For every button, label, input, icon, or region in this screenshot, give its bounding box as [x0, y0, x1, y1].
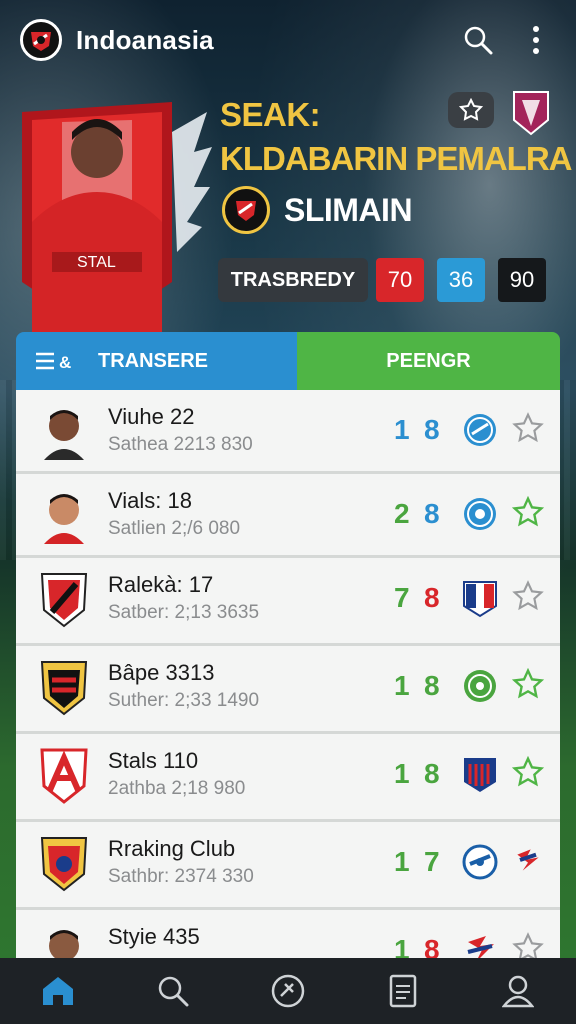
score-1: 1 [394, 846, 410, 877]
score-2: 8 [424, 758, 440, 789]
nav-search[interactable] [143, 963, 203, 1019]
club-crest-icon [462, 580, 498, 618]
app-title: Indoanasia [76, 24, 214, 55]
list-item[interactable]: Bâpe 3313 Suther: 2;33 1490 1 8 [16, 646, 560, 734]
more-menu-icon[interactable] [516, 20, 556, 60]
club-crest-icon [462, 844, 498, 880]
score-2: 8 [424, 498, 440, 529]
hero-title-line-2: KLDABARIN PEMALRA [220, 140, 572, 177]
nav-news[interactable] [373, 963, 433, 1019]
list-item[interactable]: Viuhe 22 Sathea 2213 830 1 8 [16, 390, 560, 474]
club-crest-icon [462, 932, 498, 958]
score-1: 1 [394, 414, 410, 445]
favorite-star-icon[interactable] [512, 580, 544, 612]
stat-box-black: 90 [498, 258, 546, 302]
score-1: 1 [394, 670, 410, 701]
list-item[interactable]: Vials: 18 Satlien 2;/6 080 2 8 [16, 474, 560, 558]
item-subtitle: Satber: 2;13 3635 [108, 602, 260, 623]
stat-label: TRASBREDY [218, 258, 368, 302]
score-2: 7 [424, 846, 440, 877]
tab-bar: & TRANSERE PEENGR [16, 332, 560, 390]
score-2: 8 [424, 582, 440, 613]
search-icon [158, 976, 189, 1007]
tab-transere-label: TRANSERE [98, 349, 209, 372]
item-subtitle: Sathea 2213 830 [108, 434, 253, 455]
item-subtitle: Suther: 2;33 1490 [108, 690, 260, 711]
hero-club-name: SLIMAIN [284, 192, 413, 228]
follow-button[interactable] [448, 92, 494, 128]
player-hero-image: STAL [22, 92, 212, 332]
club-shield-icon [38, 834, 90, 892]
tab-peengr-label: PEENGR [386, 349, 471, 372]
stat-box-red: 70 [376, 258, 424, 302]
list-item[interactable]: Ralekà: 17 Satber: 2;13 3635 7 8 [16, 558, 560, 646]
document-icon [389, 974, 417, 1008]
club-shield-icon [38, 570, 90, 628]
score-1: 7 [394, 582, 410, 613]
item-name: Bâpe 3313 [108, 660, 215, 685]
club-badge-icon [512, 90, 550, 136]
badge-star-icon [459, 98, 483, 121]
player-avatar [38, 402, 90, 460]
menu-icon: & [36, 352, 71, 372]
favorite-star-icon[interactable] [511, 755, 545, 788]
favorite-star-icon[interactable] [512, 932, 544, 958]
ball-icon [271, 974, 305, 1008]
club-logo [222, 186, 270, 234]
bottom-nav [0, 958, 576, 1024]
app-logo [20, 19, 62, 61]
club-crest-icon [462, 668, 498, 704]
item-name: Stals 110 [108, 748, 199, 773]
favorite-star-icon[interactable] [512, 844, 544, 876]
score-2: 8 [424, 414, 440, 445]
item-name: Rraking Club [108, 836, 236, 861]
home-icon [42, 977, 73, 1005]
nav-matches[interactable] [258, 963, 318, 1019]
list-item[interactable]: Stals 110 2athba 2;18 980 1 8 [16, 734, 560, 822]
score-1: 2 [394, 498, 410, 529]
player-avatar [38, 486, 90, 544]
svg-text:STAL: STAL [77, 254, 116, 271]
svg-text:&: & [59, 353, 71, 372]
item-name: Ralekà: 17 [108, 572, 214, 597]
item-subtitle: 2athba 2;18 980 [108, 778, 246, 799]
tab-peengr[interactable]: PEENGR [297, 332, 560, 390]
club-crest-icon [462, 756, 498, 792]
score-2: 8 [424, 670, 440, 701]
top-bar: Indoanasia [0, 0, 576, 80]
list-item[interactable]: Rraking Club Sathbr: 2374 330 1 7 [16, 822, 560, 910]
favorite-star-icon[interactable] [511, 495, 545, 528]
player-avatar [38, 922, 90, 958]
tab-transere[interactable]: & TRANSERE [16, 332, 297, 390]
hero-title-line-1: SEAK: [220, 96, 321, 133]
item-name: Styie 435 [108, 924, 200, 949]
club-crest-icon [462, 496, 498, 532]
nav-profile[interactable] [488, 963, 548, 1019]
hero-section: STAL SEAK: KLDABARIN PEMALRA SLIMAIN TRA… [0, 80, 576, 335]
club-shield-icon [38, 658, 90, 716]
score-2: 8 [424, 934, 440, 958]
item-name: Vials: 18 [108, 488, 192, 513]
club-crest-icon [462, 412, 498, 448]
club-list: Viuhe 22 Sathea 2213 830 1 8 Vials: 18 S… [16, 390, 560, 958]
profile-icon [502, 975, 535, 1008]
stat-box-blue: 36 [437, 258, 485, 302]
favorite-star-icon[interactable] [511, 667, 545, 700]
nav-home[interactable] [28, 963, 88, 1019]
list-item[interactable]: Styie 435 1 8 [16, 910, 560, 958]
item-name: Viuhe 22 [108, 404, 195, 429]
favorite-star-icon[interactable] [512, 412, 544, 444]
search-icon[interactable] [458, 20, 498, 60]
score-1: 1 [394, 758, 410, 789]
item-subtitle: Sathbr: 2374 330 [108, 866, 254, 887]
score-1: 1 [394, 934, 410, 958]
item-subtitle: Satlien 2;/6 080 [108, 518, 241, 539]
club-shield-icon [38, 746, 90, 804]
